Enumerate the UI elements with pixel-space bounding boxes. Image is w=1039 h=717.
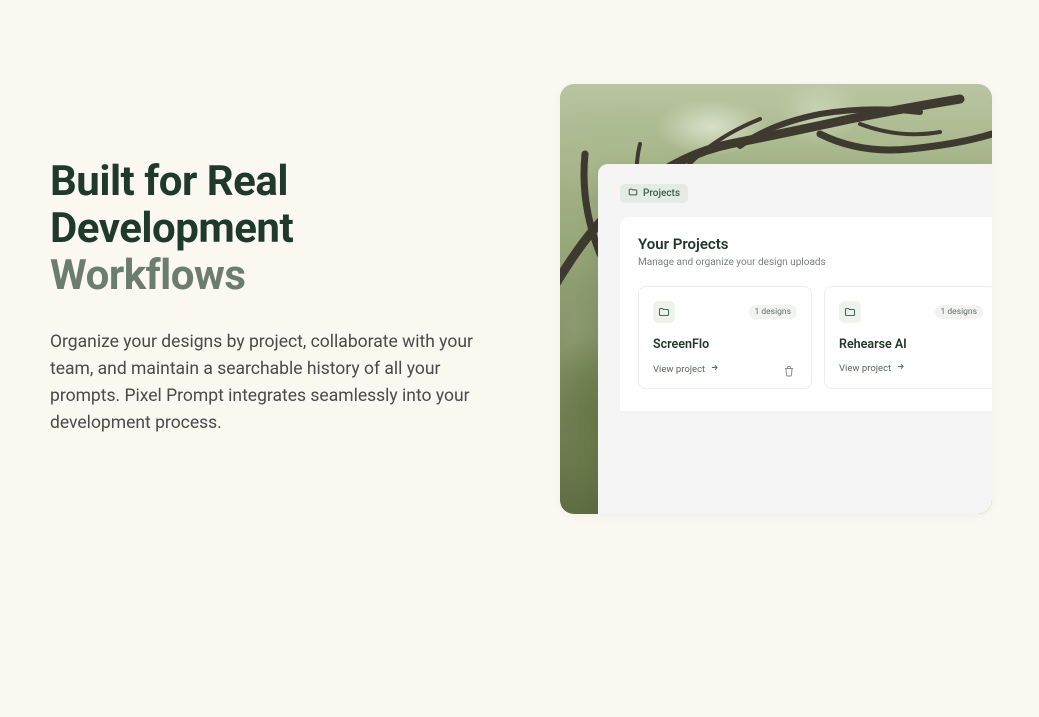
hero-title-accent: Workflows (50, 251, 245, 300)
project-card[interactable]: 1 designs ScreenFlo View project (638, 286, 812, 389)
breadcrumb-projects[interactable]: Projects (620, 184, 688, 203)
folder-icon (653, 301, 675, 323)
breadcrumb-label: Projects (643, 188, 680, 199)
panel-subtitle: Manage and organize your design uploads (638, 257, 974, 268)
view-project-label: View project (653, 364, 705, 375)
delete-project-button[interactable] (783, 362, 797, 376)
panel-title: Your Projects (638, 235, 974, 253)
view-project-link[interactable]: View project (839, 362, 905, 374)
project-title: Rehearse AI (839, 337, 983, 352)
trash-icon (783, 365, 795, 377)
hero-heading: Built for Real Development Workflows (50, 158, 480, 299)
app-preview-frame: Projects Your Projects Manage and organi… (560, 84, 992, 514)
hero-title-line-2: Development (50, 204, 293, 253)
folder-icon (628, 187, 638, 200)
project-title: ScreenFlo (653, 337, 797, 352)
view-project-link[interactable]: View project (653, 363, 719, 375)
project-cards-row: 1 designs ScreenFlo View project (638, 286, 974, 389)
hero-title-line-1: Built for Real (50, 157, 288, 206)
view-project-label: View project (839, 363, 891, 374)
app-preview-window: Projects Your Projects Manage and organi… (598, 164, 992, 514)
folder-icon (839, 301, 861, 323)
hero-subtext: Organize your designs by project, collab… (50, 329, 480, 438)
arrow-right-icon (710, 363, 719, 375)
designs-count-chip: 1 designs (935, 305, 984, 319)
arrow-right-icon (896, 362, 905, 374)
project-card[interactable]: 1 designs Rehearse AI View project (824, 286, 992, 389)
projects-panel: Your Projects Manage and organize your d… (620, 217, 992, 411)
designs-count-chip: 1 designs (749, 305, 798, 319)
